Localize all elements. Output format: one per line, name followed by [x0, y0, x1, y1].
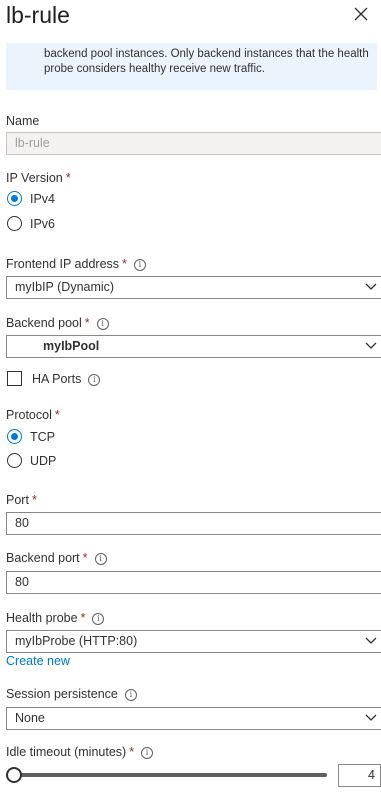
info-icon[interactable]: i — [96, 318, 109, 330]
close-icon[interactable] — [352, 5, 370, 23]
ipv4-radio[interactable] — [7, 191, 22, 206]
info-icon[interactable]: i — [141, 747, 154, 759]
info-icon[interactable]: i — [124, 689, 137, 701]
health-probe-label: Health probe * i — [6, 610, 105, 626]
udp-label: UDP — [30, 454, 57, 468]
required-marker: * — [31, 493, 37, 507]
tcp-label: TCP — [30, 430, 55, 444]
info-icon[interactable]: i — [92, 613, 105, 625]
port-label: Port * — [6, 493, 37, 507]
required-marker: * — [129, 745, 135, 759]
info-banner-text: backend pool instances. Only backend ins… — [44, 48, 369, 75]
idle-timeout-label: Idle timeout (minutes) * i — [6, 744, 154, 760]
ip-version-label: IP Version * — [6, 171, 71, 185]
backend-pool-select[interactable]: myIbPool — [6, 335, 381, 358]
session-persistence-select[interactable]: None — [6, 707, 381, 730]
protocol-label: Protocol * — [6, 408, 60, 422]
info-icon[interactable]: i — [133, 259, 146, 271]
name-field[interactable]: lb-rule — [6, 132, 381, 155]
ipv6-label: IPv6 — [30, 217, 56, 231]
chevron-down-icon — [365, 283, 377, 290]
session-persistence-value: None — [15, 711, 45, 725]
idle-timeout-slider-thumb[interactable] — [6, 767, 22, 783]
port-input[interactable]: 80 — [6, 512, 381, 535]
required-marker: * — [80, 611, 86, 625]
idle-timeout-input[interactable]: 4 — [338, 764, 381, 787]
health-probe-select[interactable]: myIbProbe (HTTP:80) — [6, 630, 381, 653]
chevron-down-icon — [365, 714, 377, 721]
required-marker: * — [82, 551, 88, 565]
required-marker: * — [65, 171, 71, 185]
frontend-ip-select[interactable]: myIbIP (Dynamic) — [6, 276, 381, 299]
chevron-down-icon — [365, 342, 377, 349]
backend-pool-value: myIbPool — [43, 339, 100, 353]
ipv4-label: IPv4 — [30, 192, 56, 206]
name-label: Name — [6, 114, 40, 128]
ha-ports-checkbox[interactable] — [7, 371, 22, 386]
backend-pool-label: Backend pool * i — [6, 315, 109, 331]
info-icon[interactable]: i — [94, 553, 107, 565]
frontend-ip-value: myIbIP (Dynamic) — [15, 280, 115, 294]
idle-timeout-slider-track[interactable] — [11, 773, 327, 777]
tcp-radio[interactable] — [7, 429, 22, 444]
required-marker: * — [84, 316, 90, 330]
page-title: lb-rule — [6, 2, 70, 28]
chevron-down-icon — [365, 637, 377, 644]
frontend-ip-label: Frontend IP address * i — [6, 256, 146, 272]
ipv6-radio[interactable] — [7, 216, 22, 231]
required-marker: * — [122, 257, 127, 271]
udp-radio[interactable] — [7, 453, 22, 468]
create-new-probe-link[interactable]: Create new — [6, 654, 70, 668]
required-marker: * — [54, 408, 60, 422]
health-probe-value: myIbProbe (HTTP:80) — [15, 634, 138, 648]
ha-ports-label: HA Ports i — [32, 371, 101, 387]
info-icon[interactable]: i — [88, 374, 101, 386]
backend-port-label: Backend port * i — [6, 550, 107, 566]
session-persistence-label: Session persistence i — [6, 686, 137, 702]
backend-port-input[interactable]: 80 — [6, 571, 381, 594]
